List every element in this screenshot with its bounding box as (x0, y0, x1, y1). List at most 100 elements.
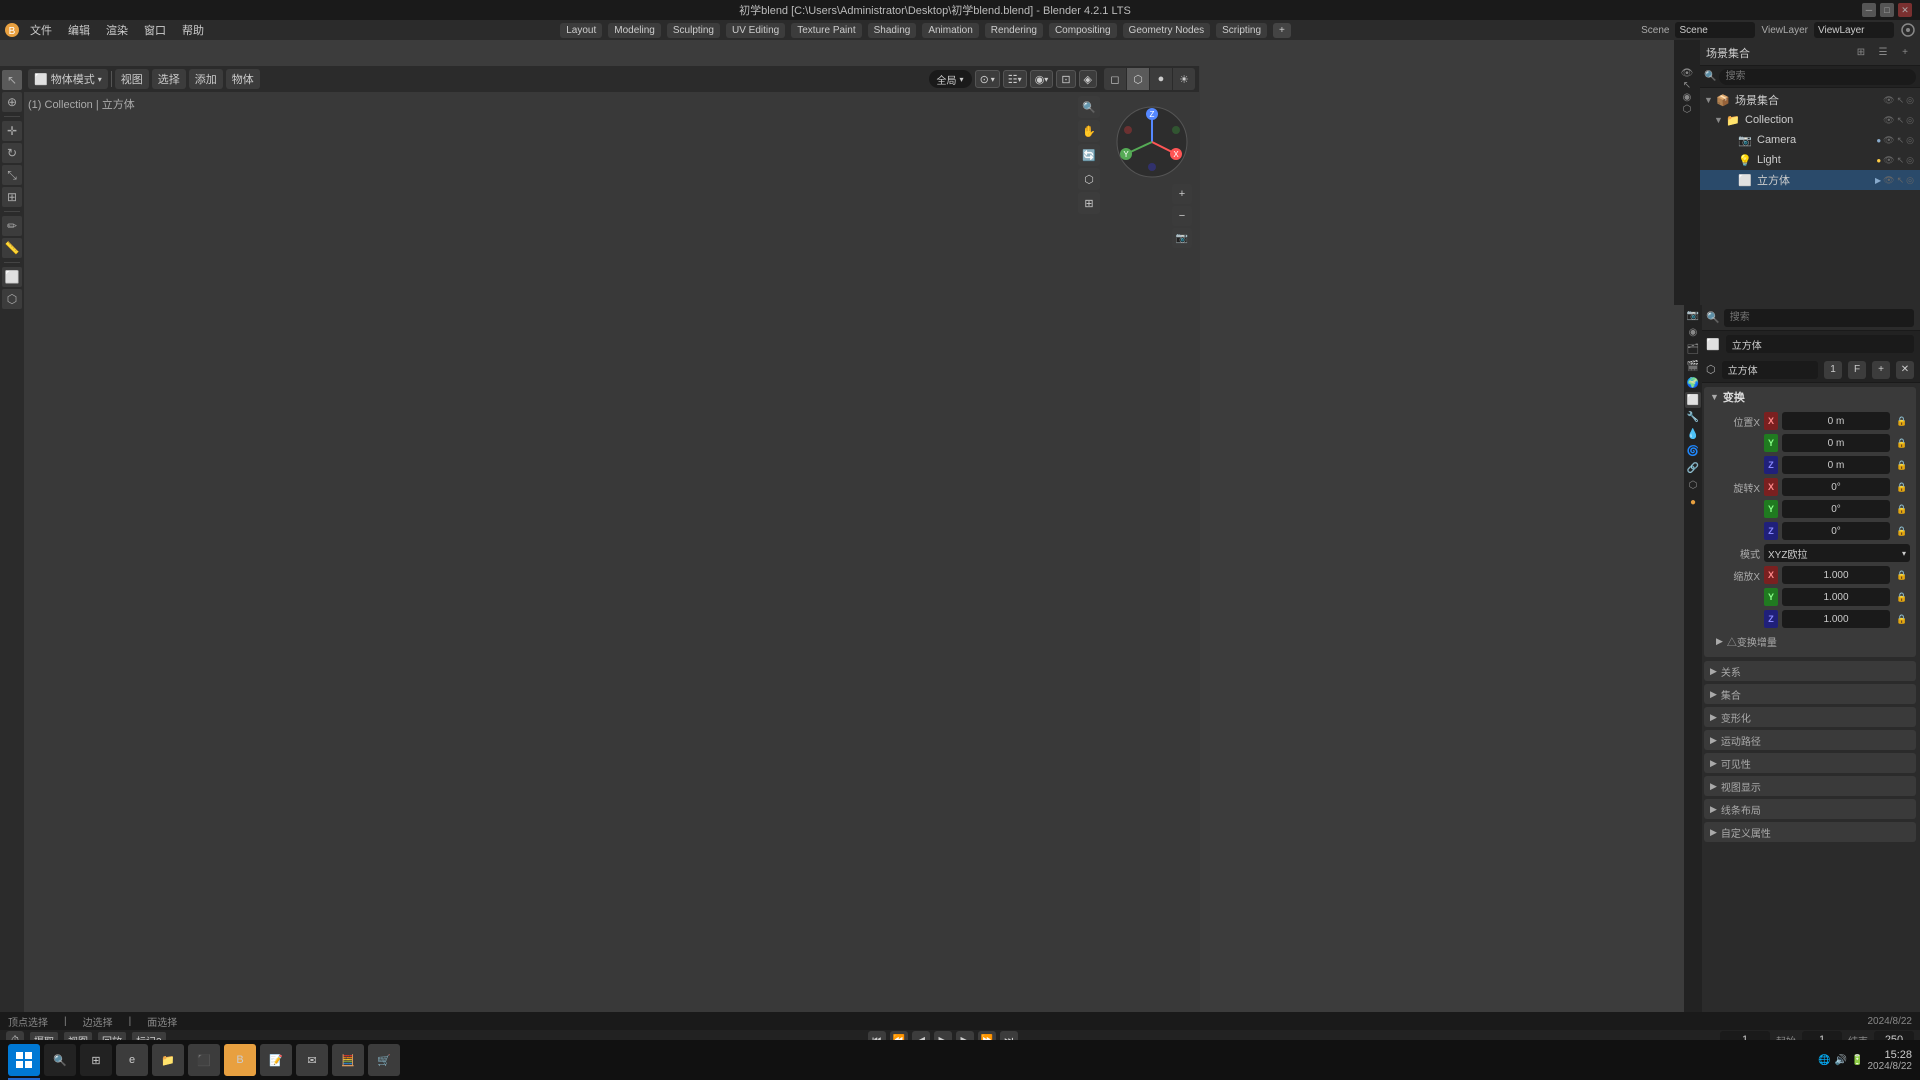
rot-lock-z-icon[interactable]: 🔒 (1894, 522, 1910, 540)
add-obj-btn[interactable]: ⬡ (2, 289, 22, 309)
add-cube-btn[interactable]: ⬜ (2, 267, 22, 287)
viewport-3d[interactable]: 用户透视 ⬜ 物体模式 ▾ 视图 选择 添加 物体 全局 ▾ ⊙▾ ☷▾ ◉▾ … (0, 66, 1200, 1030)
data-props-btn[interactable]: ⬡ (1685, 477, 1701, 493)
search-taskbar-btn[interactable]: 🔍 (44, 1044, 76, 1076)
cursor-tool-btn[interactable]: ⊕ (2, 92, 22, 112)
physics-props-btn[interactable]: 🌀 (1685, 443, 1701, 459)
mesh-user-icon[interactable]: 1 (1824, 361, 1842, 379)
overlay-btn[interactable]: ⊡ (1056, 70, 1075, 88)
rotation-mode-dropdown[interactable]: XYZ欧拉 ▾ (1764, 544, 1910, 562)
transform-section-header[interactable]: ▼ 变换 (1704, 387, 1916, 407)
view-pan-icon[interactable]: ✋ (1078, 120, 1100, 142)
workspace-btn3[interactable]: Sculpting (667, 23, 720, 38)
mesh-unlink-icon[interactable]: ✕ (1896, 361, 1914, 379)
workspace-btn7[interactable]: Animation (922, 23, 978, 38)
menu-render[interactable]: 渲染 (100, 20, 134, 40)
workspace-btn4[interactable]: UV Editing (726, 23, 785, 38)
view-rotate-icon[interactable]: 🔄 (1078, 144, 1100, 166)
zoom-out-btn[interactable]: − (1172, 206, 1192, 226)
lock-y-icon[interactable]: 🔒 (1894, 434, 1910, 452)
output-props-btn[interactable]: ◉ (1685, 324, 1701, 340)
snap-btn[interactable]: ☷▾ (1003, 70, 1027, 88)
select-tool-btn[interactable]: ↖ (2, 70, 22, 90)
outliner-filter-icon[interactable]: ⊞ (1852, 44, 1870, 62)
wireframe-shading-btn[interactable]: ◻ (1104, 68, 1126, 90)
move-tool-btn[interactable]: ✛ (2, 121, 22, 141)
view-layer-props-btn[interactable]: 🗂 (1685, 341, 1701, 357)
battery-icon[interactable]: 🔋 (1851, 1055, 1863, 1066)
workspace-btn8[interactable]: Rendering (985, 23, 1043, 38)
workspace-btn11[interactable]: Scripting (1216, 23, 1267, 38)
eye-icon[interactable]: 👁 (1883, 175, 1894, 186)
close-button[interactable]: ✕ (1898, 3, 1912, 17)
network-icon[interactable]: 🌐 (1818, 1055, 1830, 1066)
blender-taskbar-icon[interactable]: B (224, 1044, 256, 1076)
constraints-props-btn[interactable]: 🔗 (1685, 460, 1701, 476)
render-icon[interactable]: ◎ (1906, 115, 1914, 126)
props-search-input[interactable] (1724, 309, 1914, 327)
cursor-icon[interactable]: ↖ (1897, 175, 1905, 186)
explorer-icon[interactable]: 📁 (152, 1044, 184, 1076)
outliner-row-scene-collection[interactable]: ▼ 📦 场景集合 👁 ↖ ◎ (1700, 90, 1920, 110)
material-props-btn[interactable]: ● (1685, 494, 1701, 510)
calculator-icon[interactable]: 🧮 (332, 1044, 364, 1076)
eye-icon[interactable]: 👁 (1883, 115, 1894, 126)
modifier-props-btn[interactable]: 🔧 (1685, 409, 1701, 425)
object-props-btn[interactable]: ⬜ (1685, 392, 1701, 408)
object-name-field[interactable]: 立方体 (1726, 335, 1914, 353)
world-props-btn[interactable]: 🌍 (1685, 375, 1701, 391)
scale-z-field[interactable]: 1.000 (1782, 610, 1890, 628)
viewlayer-input[interactable]: ViewLayer (1814, 22, 1894, 38)
particles-props-btn[interactable]: 💧 (1685, 426, 1701, 442)
workspace-btn2[interactable]: Modeling (608, 23, 661, 38)
rotate-tool-btn[interactable]: ↻ (2, 143, 22, 163)
solid-shading-btn[interactable]: ⬡ (1127, 68, 1149, 90)
outliner-render-btn[interactable]: ⬡ (1683, 104, 1692, 115)
rot-z-field[interactable]: 0° (1782, 522, 1890, 540)
terminal-icon[interactable]: ⬛ (188, 1044, 220, 1076)
collections-header[interactable]: ▶ 集合 (1704, 684, 1916, 704)
workspace-add-btn[interactable]: + (1273, 23, 1291, 38)
render-icon[interactable]: ◎ (1906, 135, 1914, 146)
cursor-icon[interactable]: ↖ (1897, 95, 1905, 106)
xray-btn[interactable]: ◈ (1079, 70, 1097, 88)
workspace-btn10[interactable]: Geometry Nodes (1123, 23, 1211, 38)
loc-y-field[interactable]: 0 m (1782, 434, 1890, 452)
eye-icon[interactable]: 👁 (1883, 155, 1894, 166)
scale-lock-y-icon[interactable]: 🔒 (1894, 588, 1910, 606)
mail-icon[interactable]: ✉ (296, 1044, 328, 1076)
outliner-search-input[interactable] (1719, 69, 1916, 85)
view-zoom-icon[interactable]: 🔍 (1078, 96, 1100, 118)
menu-help[interactable]: 帮助 (176, 20, 210, 40)
annotate-tool-btn[interactable]: ✏ (2, 216, 22, 236)
viewport-display-header[interactable]: ▶ 视图显示 (1704, 776, 1916, 796)
loc-z-field[interactable]: 0 m (1782, 456, 1890, 474)
outliner-row-collection[interactable]: ▼ 📁 Collection 👁 ↖ ◎ (1700, 110, 1920, 130)
line-art-header[interactable]: ▶ 线条布局 (1704, 799, 1916, 819)
eye-icon[interactable]: 👁 (1883, 135, 1894, 146)
scale-lock-z-icon[interactable]: 🔒 (1894, 610, 1910, 628)
motion-paths-header[interactable]: ▶ 运动路径 (1704, 730, 1916, 750)
minimize-button[interactable]: ─ (1862, 3, 1876, 17)
material-shading-btn[interactable]: ● (1150, 68, 1172, 90)
edge-icon[interactable]: e (116, 1044, 148, 1076)
mesh-fake-user-icon[interactable]: F (1848, 361, 1866, 379)
render-icon[interactable]: ◎ (1906, 155, 1914, 166)
render-icon[interactable]: ◎ (1906, 175, 1914, 186)
workspace-btn9[interactable]: Compositing (1049, 23, 1117, 38)
cursor-icon[interactable]: ↖ (1897, 115, 1905, 126)
add-menu[interactable]: 添加 (189, 69, 223, 89)
workspace-btn5[interactable]: Texture Paint (791, 23, 861, 38)
camera-view-btn[interactable]: 📷 (1172, 228, 1192, 248)
mesh-new-icon[interactable]: + (1872, 361, 1890, 379)
loc-x-field[interactable]: 0 m (1782, 412, 1890, 430)
menu-edit[interactable]: 编辑 (62, 20, 96, 40)
rot-lock-y-icon[interactable]: 🔒 (1894, 500, 1910, 518)
workspace-btn6[interactable]: Shading (868, 23, 917, 38)
volume-icon[interactable]: 🔊 (1835, 1055, 1847, 1066)
notepad-icon[interactable]: 📝 (260, 1044, 292, 1076)
scene-input[interactable]: Scene (1675, 22, 1755, 38)
store-icon[interactable]: 🛒 (368, 1044, 400, 1076)
maximize-button[interactable]: □ (1880, 3, 1894, 17)
transform-btn[interactable]: ◉▾ (1030, 70, 1054, 88)
